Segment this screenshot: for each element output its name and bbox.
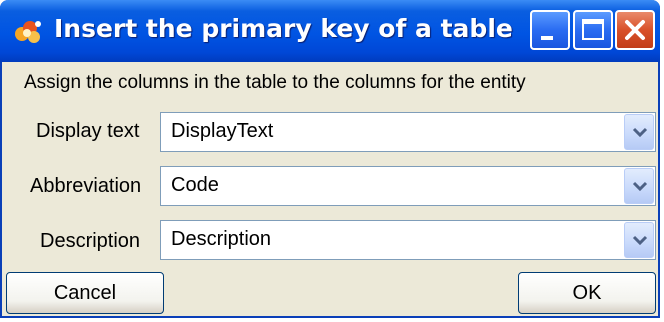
abbreviation-dropdown-button[interactable] bbox=[624, 168, 654, 204]
ok-button[interactable]: OK bbox=[518, 272, 656, 314]
close-button[interactable] bbox=[615, 10, 655, 50]
dialog-window: Insert the primary key of a table Assign… bbox=[0, 0, 660, 318]
dialog-body: Assign the columns in the table to the c… bbox=[2, 62, 658, 318]
description-label: Description bbox=[40, 230, 141, 252]
window-title: Insert the primary key of a table bbox=[54, 14, 513, 43]
cancel-button[interactable]: Cancel bbox=[6, 272, 164, 314]
title-bar[interactable]: Insert the primary key of a table bbox=[0, 0, 660, 62]
display-text-label: Display text bbox=[36, 120, 140, 142]
instruction-text: Assign the columns in the table to the c… bbox=[24, 72, 526, 93]
app-flower-icon bbox=[12, 16, 46, 46]
display-text-value: DisplayText bbox=[171, 120, 274, 142]
abbreviation-value: Code bbox=[171, 174, 219, 196]
abbreviation-combo[interactable]: Code bbox=[160, 166, 656, 206]
display-text-dropdown-button[interactable] bbox=[624, 114, 654, 150]
display-text-combo[interactable]: DisplayText bbox=[160, 112, 656, 152]
minimize-button[interactable] bbox=[530, 10, 570, 50]
description-value: Description bbox=[171, 228, 272, 250]
description-combo[interactable]: Description bbox=[160, 220, 656, 260]
description-dropdown-button[interactable] bbox=[624, 222, 654, 258]
maximize-button[interactable] bbox=[573, 10, 613, 50]
abbreviation-label: Abbreviation bbox=[30, 175, 142, 197]
